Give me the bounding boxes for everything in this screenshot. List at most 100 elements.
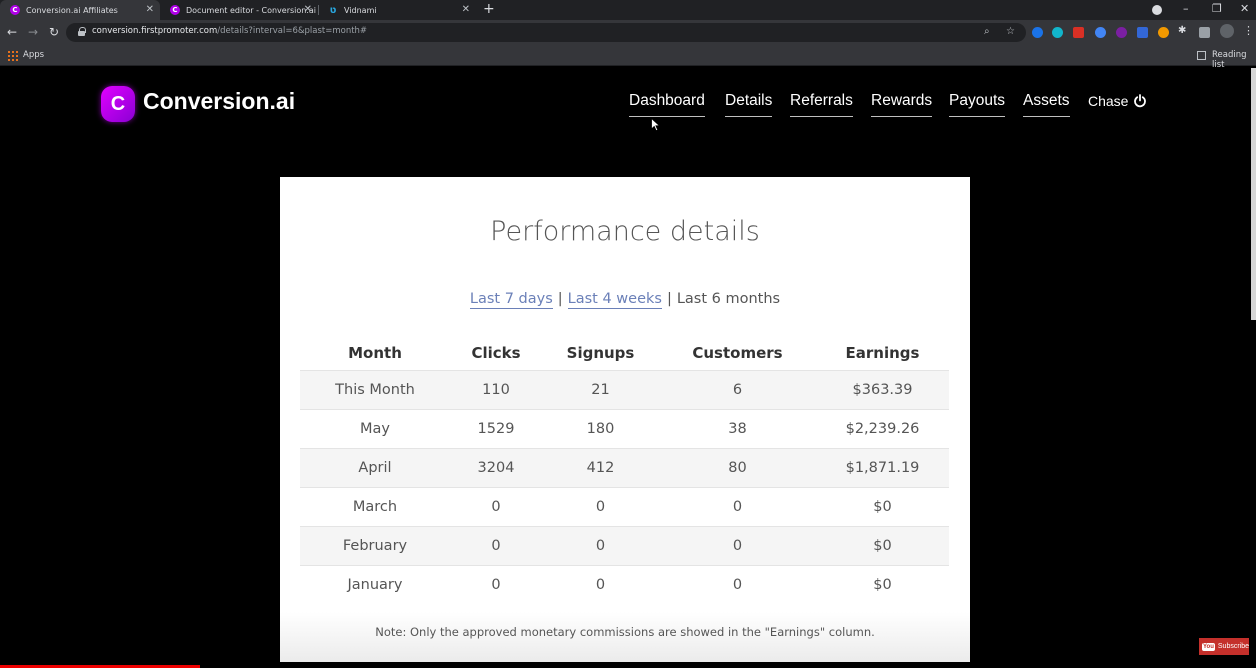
tab-label: Conversion.ai Affiliates [26, 5, 118, 15]
cell-signups: 0 [542, 564, 659, 604]
tab-search-icon[interactable] [1152, 5, 1162, 15]
cell-signups: 180 [542, 408, 659, 448]
reload-icon[interactable]: ↻ [49, 25, 59, 39]
cell-month: May [300, 408, 450, 448]
nav-referrals[interactable]: Referrals [790, 92, 853, 117]
page-title: Performance details [490, 216, 760, 247]
zoom-icon[interactable]: ⌕ [984, 26, 990, 37]
close-icon[interactable]: ✕ [462, 4, 470, 15]
range-last-6-months: Last 6 months [676, 291, 781, 307]
cell-customers: 80 [659, 447, 816, 487]
tab-vidnami[interactable]: ט Vidnami ✕ [318, 0, 476, 20]
subscribe-label: Subscribe [1217, 643, 1250, 650]
column-header-month: Month [348, 344, 402, 363]
conversion-logo-icon[interactable]: C [101, 86, 135, 122]
cell-signups: 0 [542, 525, 659, 565]
logo-text[interactable]: Conversion.ai [143, 88, 295, 115]
mouse-cursor-icon [651, 118, 661, 132]
cell-customers: 0 [659, 486, 816, 526]
table-row: March 0 0 0 $0 [300, 486, 949, 526]
cell-earnings: $0 [816, 525, 949, 565]
youtube-icon: You [1202, 642, 1215, 651]
range-separator: | [666, 291, 672, 307]
lock-icon [78, 27, 86, 36]
column-header-signups: Signups [566, 344, 635, 363]
tab-label: Document editor - Conversion.ai [186, 5, 317, 15]
range-separator: | [557, 291, 563, 307]
range-selector: Last 7 days | Last 4 weeks | Last 6 months [280, 291, 970, 309]
apps-bookmark[interactable]: Apps [23, 50, 44, 60]
puzzle-icon[interactable]: ✱ [1178, 25, 1186, 36]
bookmarks-bar: Apps Reading list [0, 46, 1256, 70]
nav-dashboard[interactable]: Dashboard [629, 92, 705, 117]
cell-earnings: $363.39 [816, 369, 949, 409]
nav-payouts[interactable]: Payouts [949, 92, 1006, 117]
minimize-icon[interactable]: – [1183, 2, 1189, 15]
performance-table: Month Clicks Signups Customers Earnings … [300, 337, 949, 604]
cell-signups: 0 [542, 486, 659, 526]
bookmark-star-icon[interactable]: ☆ [1006, 26, 1015, 37]
extension-icon[interactable] [1095, 27, 1106, 38]
cell-month: April [300, 447, 450, 487]
range-last-4-weeks[interactable]: Last 4 weeks [567, 291, 662, 309]
page-scrollbar[interactable] [1251, 68, 1256, 320]
cell-clicks: 1529 [450, 408, 542, 448]
kebab-menu-icon[interactable]: ⋮ [1243, 24, 1254, 37]
performance-card: Performance details Last 7 days | Last 4 w… [280, 177, 970, 662]
cell-month: This Month [300, 369, 450, 409]
table-row: April 3204 412 80 $1,871.19 [300, 447, 949, 487]
extension-icon[interactable] [1137, 27, 1148, 38]
cell-customers: 0 [659, 564, 816, 604]
cell-earnings: $0 [816, 486, 949, 526]
extension-icon[interactable] [1073, 27, 1084, 38]
cell-clicks: 3204 [450, 447, 542, 487]
column-header-customers: Customers [692, 344, 783, 363]
extension-icon[interactable] [1052, 27, 1063, 38]
cell-signups: 21 [542, 369, 659, 409]
apps-grid-icon[interactable] [8, 51, 18, 61]
forward-arrow-icon[interactable]: → [28, 25, 38, 39]
cell-month: March [300, 486, 450, 526]
window-close-icon[interactable]: ✕ [1240, 2, 1249, 15]
cell-clicks: 0 [450, 525, 542, 565]
vidnami-icon: ט [329, 4, 337, 16]
nav-rewards[interactable]: Rewards [871, 92, 933, 117]
cell-earnings: $0 [816, 564, 949, 604]
extension-icon[interactable] [1158, 27, 1169, 38]
url-text[interactable]: conversion.firstpromoter.com/details?int… [92, 26, 367, 36]
extension-icon[interactable] [1032, 27, 1043, 38]
range-last-7-days[interactable]: Last 7 days [469, 291, 553, 309]
nav-details[interactable]: Details [725, 92, 773, 117]
avatar[interactable] [1220, 24, 1234, 38]
tab-label: Vidnami [344, 5, 377, 15]
table-row: May 1529 180 38 $2,239.26 [300, 408, 949, 448]
power-icon[interactable] [1133, 94, 1147, 108]
tab-conversion-affiliates[interactable]: C Conversion.ai Affiliates ✕ [0, 0, 160, 20]
back-arrow-icon[interactable]: ← [7, 25, 17, 39]
address-bar[interactable]: conversion.firstpromoter.com/details?int… [66, 23, 1026, 42]
browser-tab-strip: C Conversion.ai Affiliates ✕ C Document … [0, 0, 1256, 20]
column-header-earnings: Earnings [845, 344, 920, 363]
cell-signups: 412 [542, 447, 659, 487]
cell-clicks: 0 [450, 486, 542, 526]
nav-assets[interactable]: Assets [1023, 92, 1070, 117]
media-icon[interactable] [1199, 27, 1210, 38]
close-icon[interactable]: ✕ [146, 4, 154, 15]
user-name[interactable]: Chase [1088, 93, 1128, 109]
cell-month: February [300, 525, 450, 565]
conversion-favicon-icon: C [10, 5, 20, 15]
table-row: This Month 110 21 6 $363.39 [300, 369, 949, 409]
tab-document-editor[interactable]: C Document editor - Conversion.ai ✕ [160, 0, 318, 20]
reading-list-icon[interactable] [1197, 51, 1206, 60]
cell-customers: 6 [659, 369, 816, 409]
cell-earnings: $2,239.26 [816, 408, 949, 448]
new-tab-icon[interactable]: + [483, 1, 495, 17]
table-row: January 0 0 0 $0 [300, 564, 949, 604]
cell-clicks: 0 [450, 564, 542, 604]
subscribe-button[interactable]: You Subscribe [1199, 638, 1249, 655]
reading-list-button[interactable]: Reading list [1212, 50, 1256, 70]
cell-clicks: 110 [450, 369, 542, 409]
close-icon[interactable]: ✕ [304, 4, 312, 15]
restore-icon[interactable]: ❐ [1212, 2, 1222, 15]
extension-icon[interactable] [1116, 27, 1127, 38]
